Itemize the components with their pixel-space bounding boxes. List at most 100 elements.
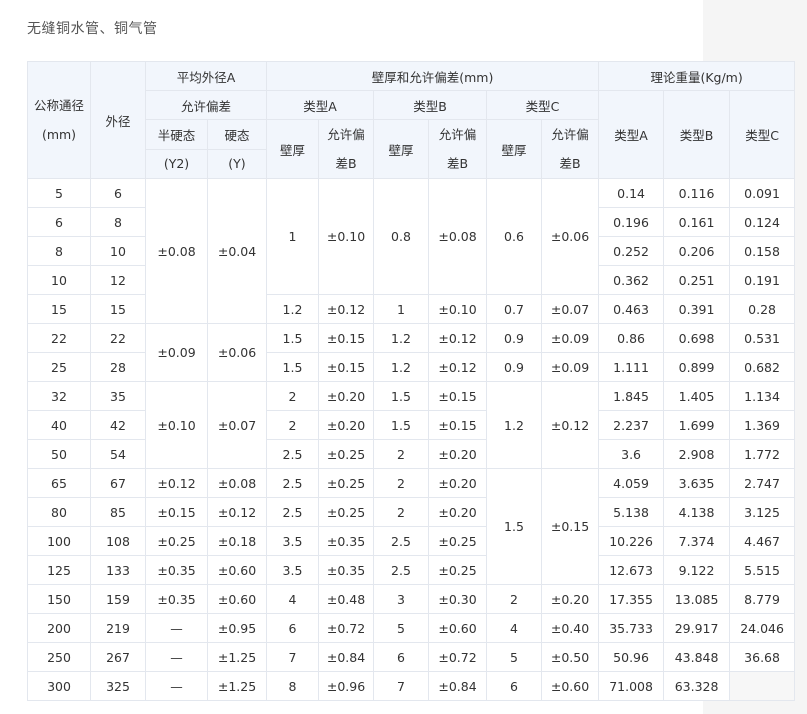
header-nominal-diameter: 公称通径 (mm) <box>27 61 91 179</box>
cell-dev-y2: — <box>145 671 208 701</box>
header-outer-diameter: 外径 <box>90 61 146 179</box>
header-dev-a-line2: 差B <box>335 156 357 171</box>
cell-wall-b: 1.5 <box>373 381 429 411</box>
cell-weight-c: 0.158 <box>729 236 796 266</box>
cell-wall-b: 1.5 <box>373 410 429 440</box>
cell-dev-a: ±0.15 <box>318 323 374 353</box>
cell-wall-b: 2 <box>373 468 429 498</box>
cell-weight-c: 24.046 <box>729 613 796 643</box>
cell-dn: 8 <box>27 236 91 266</box>
header-dev-b: 允许偏差B <box>428 119 487 179</box>
cell-wall-c: 2 <box>486 584 542 614</box>
cell-weight-a: 0.362 <box>598 265 665 295</box>
cell-wall-b: 2.5 <box>373 526 429 556</box>
cell-dev-c: ±0.06 <box>540 178 600 295</box>
cell-weight-b: 3.635 <box>663 468 731 498</box>
cell-weight-a: 17.355 <box>598 584 665 614</box>
cell-dev-c: ±0.50 <box>540 642 600 672</box>
header-nominal-diameter-line1: 公称通径 <box>33 98 84 113</box>
cell-weight-a: 0.86 <box>598 323 665 353</box>
cell-dev-y: ±0.18 <box>207 526 267 556</box>
table-row: 300 325 — ±1.25 8 ±0.96 7 ±0.84 6 ±0.60 … <box>27 671 796 701</box>
cell-od: 219 <box>90 613 146 643</box>
header-avg-outer-diameter: 平均外径A <box>145 61 267 91</box>
cell-od: 28 <box>90 352 146 382</box>
header-wall-c: 壁厚 <box>486 119 542 179</box>
cell-wall-a: 2.5 <box>266 497 319 527</box>
cell-wall-b: 2 <box>373 439 429 469</box>
cell-weight-a: 1.111 <box>598 352 665 382</box>
cell-weight-b: 2.908 <box>663 439 731 469</box>
cell-wall-a: 4 <box>266 584 319 614</box>
cell-od: 54 <box>90 439 146 469</box>
header-weight-type-a: 类型A <box>598 90 665 179</box>
cell-wall-a: 6 <box>266 613 319 643</box>
cell-wall-a: 1 <box>266 178 319 295</box>
cell-dev-y2: — <box>145 613 208 643</box>
header-weight-type-b: 类型B <box>663 90 731 179</box>
cell-weight-b: 7.374 <box>663 526 731 556</box>
cell-wall-b: 2.5 <box>373 555 429 585</box>
cell-dn: 5 <box>27 178 91 208</box>
cell-wall-b: 1.2 <box>373 323 429 353</box>
cell-od: 159 <box>90 584 146 614</box>
cell-wall-a: 2.5 <box>266 439 319 469</box>
cell-dev-y: ±1.25 <box>207 671 267 701</box>
cell-dev-b: ±0.10 <box>428 294 487 324</box>
cell-dev-y: ±0.60 <box>207 555 267 585</box>
cell-weight-a: 35.733 <box>598 613 665 643</box>
cell-weight-c: 1.134 <box>729 381 796 411</box>
cell-weight-b: 0.899 <box>663 352 731 382</box>
cell-dev-y2: ±0.35 <box>145 584 208 614</box>
cell-weight-a: 0.196 <box>598 207 665 237</box>
cell-weight-a: 10.226 <box>598 526 665 556</box>
cell-dn: 10 <box>27 265 91 295</box>
cell-weight-b: 0.161 <box>663 207 731 237</box>
header-type-a: 类型A <box>266 90 374 120</box>
header-theoretical-weight: 理论重量(Kg/m) <box>598 61 796 91</box>
cell-dn: 200 <box>27 613 91 643</box>
cell-weight-c: 0.191 <box>729 265 796 295</box>
header-dev-a-line1: 允许偏 <box>327 127 365 142</box>
cell-weight-c: 2.747 <box>729 468 796 498</box>
cell-dev-a: ±0.20 <box>318 410 374 440</box>
copper-pipe-spec-table: 公称通径 (mm) 外径 平均外径A 壁厚和允许偏差(mm) 理论重量(Kg/m)… <box>27 61 796 701</box>
cell-dev-b: ±0.25 <box>428 555 487 585</box>
cell-dev-a: ±0.72 <box>318 613 374 643</box>
cell-dev-c: ±0.12 <box>540 381 600 469</box>
cell-weight-b: 1.699 <box>663 410 731 440</box>
cell-wall-c: 6 <box>486 671 542 701</box>
cell-weight-c: 4.467 <box>729 526 796 556</box>
cell-od: 325 <box>90 671 146 701</box>
cell-weight-c: 8.779 <box>729 584 796 614</box>
table-row: 65 67 ±0.12 ±0.08 2.5 ±0.25 2 ±0.20 1.5 … <box>27 468 796 585</box>
cell-wall-c: 0.9 <box>486 323 542 353</box>
header-dev-b-line2: 差B <box>446 156 469 171</box>
table-row: 250 267 — ±1.25 7 ±0.84 6 ±0.72 5 ±0.50 … <box>27 642 796 672</box>
cell-dev-a: ±0.25 <box>318 439 374 469</box>
cell-weight-b: 0.251 <box>663 265 731 295</box>
cell-wall-a: 2 <box>266 381 319 411</box>
cell-dev-b: ±0.15 <box>428 410 487 440</box>
header-dev-b-line1: 允许偏 <box>438 127 477 142</box>
cell-dev-b: ±0.84 <box>428 671 487 701</box>
cell-od: 12 <box>90 265 146 295</box>
table-row: 40 42 2 ±0.20 1.5 ±0.15 2.237 1.699 1.36… <box>27 410 796 440</box>
cell-weight-b: 43.848 <box>663 642 731 672</box>
cell-weight-a: 0.463 <box>598 294 665 324</box>
cell-od: 108 <box>90 526 146 556</box>
cell-weight-b: 0.116 <box>663 178 731 208</box>
cell-dev-a: ±0.35 <box>318 555 374 585</box>
cell-weight-b: 0.206 <box>663 236 731 266</box>
cell-dev-a: ±0.25 <box>318 497 374 527</box>
cell-wall-a: 1.5 <box>266 352 319 382</box>
cell-dev-y2: ±0.12 <box>145 468 208 498</box>
cell-weight-c-empty <box>729 671 796 701</box>
cell-dn: 32 <box>27 381 91 411</box>
cell-dev-y: ±0.12 <box>207 497 267 527</box>
cell-wall-a: 3.5 <box>266 555 319 585</box>
cell-wall-a: 7 <box>266 642 319 672</box>
cell-dev-y2: ±0.35 <box>145 555 208 585</box>
cell-od: 267 <box>90 642 146 672</box>
cell-weight-c: 0.531 <box>729 323 796 353</box>
